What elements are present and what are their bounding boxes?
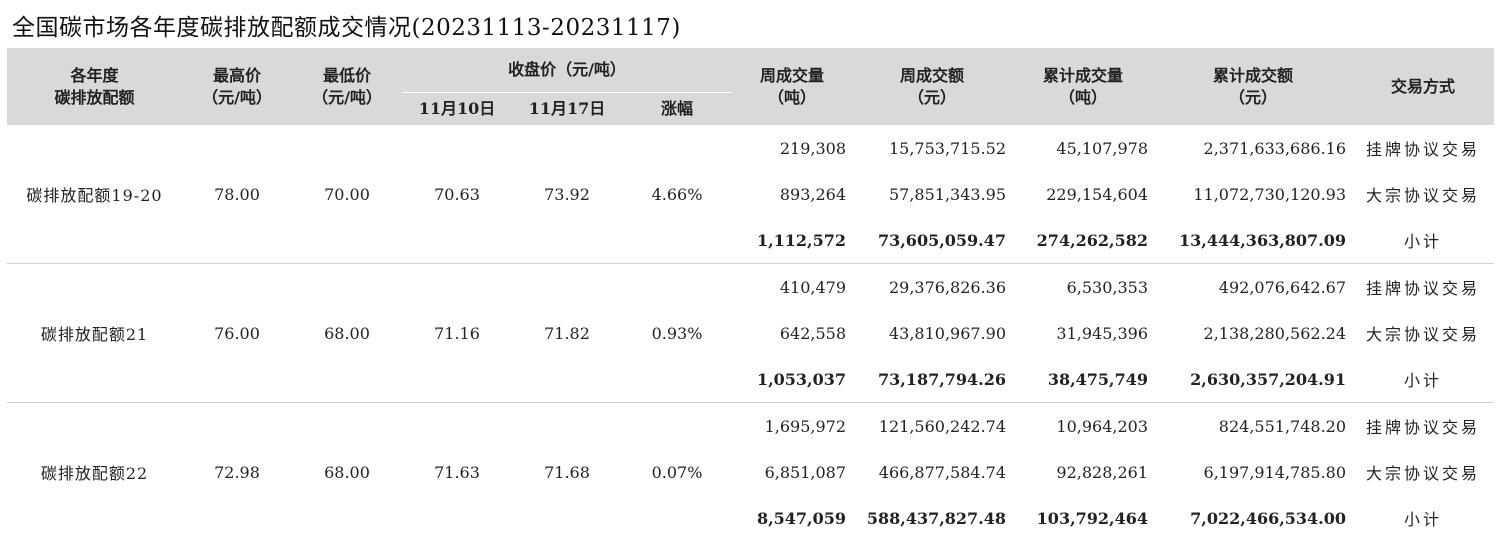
cumulative-amount: 824,551,748.20 xyxy=(1154,403,1352,450)
cumulative-volume: 92,828,261 xyxy=(1012,449,1154,495)
weekly-amount: 43,810,967.90 xyxy=(852,310,1012,356)
weekly-volume: 893,264 xyxy=(732,171,852,217)
close-nov17: 73.92 xyxy=(512,125,622,264)
cumulative-amount: 2,371,633,686.16 xyxy=(1154,125,1352,171)
header-weekly-volume: 周成交量 （吨） xyxy=(732,48,852,125)
weekly-amount: 57,851,343.95 xyxy=(852,171,1012,217)
low-price: 70.00 xyxy=(292,125,402,264)
header-cumulative-volume: 累计成交量 （吨） xyxy=(1012,48,1154,125)
header-change: 涨幅 xyxy=(622,93,732,126)
header-close-nov10: 11月10日 xyxy=(402,93,512,126)
high-price: 72.98 xyxy=(182,403,292,541)
header-low-line2: （元/吨） xyxy=(292,87,402,109)
high-price: 76.00 xyxy=(182,264,292,403)
header-cumulative-volume-line2: （吨） xyxy=(1012,87,1154,109)
header-cumulative-amount: 累计成交额 （元） xyxy=(1154,48,1352,125)
page-title: 全国碳市场各年度碳排放配额成交情况(20231113-20231117) xyxy=(12,10,681,46)
weekly-volume: 6,851,087 xyxy=(732,449,852,495)
weekly-volume-subtotal: 8,547,059 xyxy=(732,495,852,541)
weekly-amount-subtotal: 73,605,059.47 xyxy=(852,217,1012,264)
header-weekly-amount-line2: （元） xyxy=(852,87,1012,109)
cumulative-volume: 229,154,604 xyxy=(1012,171,1154,217)
change-pct: 4.66% xyxy=(622,125,732,264)
trade-method: 挂牌协议交易 xyxy=(1352,125,1494,171)
cumulative-volume-subtotal: 38,475,749 xyxy=(1012,356,1154,403)
weekly-amount: 15,753,715.52 xyxy=(852,125,1012,171)
category-name: 碳排放配额21 xyxy=(7,264,182,403)
close-nov10: 71.63 xyxy=(402,403,512,541)
weekly-amount: 29,376,826.36 xyxy=(852,264,1012,311)
header-high: 最高价 （元/吨） xyxy=(182,48,292,125)
weekly-volume-subtotal: 1,112,572 xyxy=(732,217,852,264)
header-category-line1: 各年度 xyxy=(7,65,182,87)
change-pct: 0.93% xyxy=(622,264,732,403)
weekly-volume: 642,558 xyxy=(732,310,852,356)
header-low: 最低价 （元/吨） xyxy=(292,48,402,125)
high-price: 78.00 xyxy=(182,125,292,264)
cumulative-volume: 6,530,353 xyxy=(1012,264,1154,311)
trade-method: 挂牌协议交易 xyxy=(1352,403,1494,450)
cumulative-amount-subtotal: 13,444,363,807.09 xyxy=(1154,217,1352,264)
close-nov10: 70.63 xyxy=(402,125,512,264)
cumulative-volume: 31,945,396 xyxy=(1012,310,1154,356)
trade-method-subtotal: 小计 xyxy=(1352,495,1494,541)
header-close-group: 收盘价（元/吨） xyxy=(402,48,732,93)
cumulative-amount: 11,072,730,120.93 xyxy=(1154,171,1352,217)
weekly-amount-subtotal: 73,187,794.26 xyxy=(852,356,1012,403)
weekly-volume-subtotal: 1,053,037 xyxy=(732,356,852,403)
header-close-nov17: 11月17日 xyxy=(512,93,622,126)
cumulative-volume-subtotal: 274,262,582 xyxy=(1012,217,1154,264)
cumulative-amount: 492,076,642.67 xyxy=(1154,264,1352,311)
cumulative-volume: 45,107,978 xyxy=(1012,125,1154,171)
cumulative-amount-subtotal: 7,022,466,534.00 xyxy=(1154,495,1352,541)
header-cumulative-amount-line1: 累计成交额 xyxy=(1154,65,1352,87)
change-pct: 0.07% xyxy=(622,403,732,541)
weekly-volume: 1,695,972 xyxy=(732,403,852,450)
cumulative-volume-subtotal: 103,792,464 xyxy=(1012,495,1154,541)
cumulative-amount-subtotal: 2,630,357,204.91 xyxy=(1154,356,1352,403)
trade-method: 大宗协议交易 xyxy=(1352,449,1494,495)
close-nov17: 71.68 xyxy=(512,403,622,541)
weekly-amount: 466,877,584.74 xyxy=(852,449,1012,495)
header-category: 各年度 碳排放配额 xyxy=(7,48,182,125)
carbon-quota-table: 各年度 碳排放配额 最高价 （元/吨） 最低价 （元/吨） 收盘价（元/吨） 周… xyxy=(7,48,1494,541)
header-weekly-amount-line1: 周成交额 xyxy=(852,65,1012,87)
table-header: 各年度 碳排放配额 最高价 （元/吨） 最低价 （元/吨） 收盘价（元/吨） 周… xyxy=(7,48,1494,125)
trade-method: 挂牌协议交易 xyxy=(1352,264,1494,311)
close-nov17: 71.82 xyxy=(512,264,622,403)
header-method: 交易方式 xyxy=(1352,48,1494,125)
weekly-amount: 121,560,242.74 xyxy=(852,403,1012,450)
cumulative-amount: 2,138,280,562.24 xyxy=(1154,310,1352,356)
weekly-amount-subtotal: 588,437,827.48 xyxy=(852,495,1012,541)
header-cumulative-volume-line1: 累计成交量 xyxy=(1012,65,1154,87)
low-price: 68.00 xyxy=(292,264,402,403)
trade-method-subtotal: 小计 xyxy=(1352,356,1494,403)
table-row: 碳排放配额21 76.00 68.00 71.16 71.82 0.93% 41… xyxy=(7,264,1494,311)
weekly-volume: 410,479 xyxy=(732,264,852,311)
trade-method: 大宗协议交易 xyxy=(1352,171,1494,217)
header-low-line1: 最低价 xyxy=(292,65,402,87)
header-category-line2: 碳排放配额 xyxy=(7,87,182,109)
category-name: 碳排放配额19-20 xyxy=(7,125,182,264)
cumulative-amount: 6,197,914,785.80 xyxy=(1154,449,1352,495)
weekly-volume: 219,308 xyxy=(732,125,852,171)
cumulative-volume: 10,964,203 xyxy=(1012,403,1154,450)
trade-method-subtotal: 小计 xyxy=(1352,217,1494,264)
header-weekly-volume-line2: （吨） xyxy=(732,87,852,109)
table-body: 碳排放配额19-20 78.00 70.00 70.63 73.92 4.66%… xyxy=(7,125,1494,541)
close-nov10: 71.16 xyxy=(402,264,512,403)
table-row: 碳排放配额22 72.98 68.00 71.63 71.68 0.07% 1,… xyxy=(7,403,1494,450)
header-weekly-amount: 周成交额 （元） xyxy=(852,48,1012,125)
header-high-line2: （元/吨） xyxy=(182,87,292,109)
table-row: 碳排放配额19-20 78.00 70.00 70.63 73.92 4.66%… xyxy=(7,125,1494,171)
category-name: 碳排放配额22 xyxy=(7,403,182,541)
trade-method: 大宗协议交易 xyxy=(1352,310,1494,356)
header-weekly-volume-line1: 周成交量 xyxy=(732,65,852,87)
header-high-line1: 最高价 xyxy=(182,65,292,87)
header-cumulative-amount-line2: （元） xyxy=(1154,87,1352,109)
low-price: 68.00 xyxy=(292,403,402,541)
